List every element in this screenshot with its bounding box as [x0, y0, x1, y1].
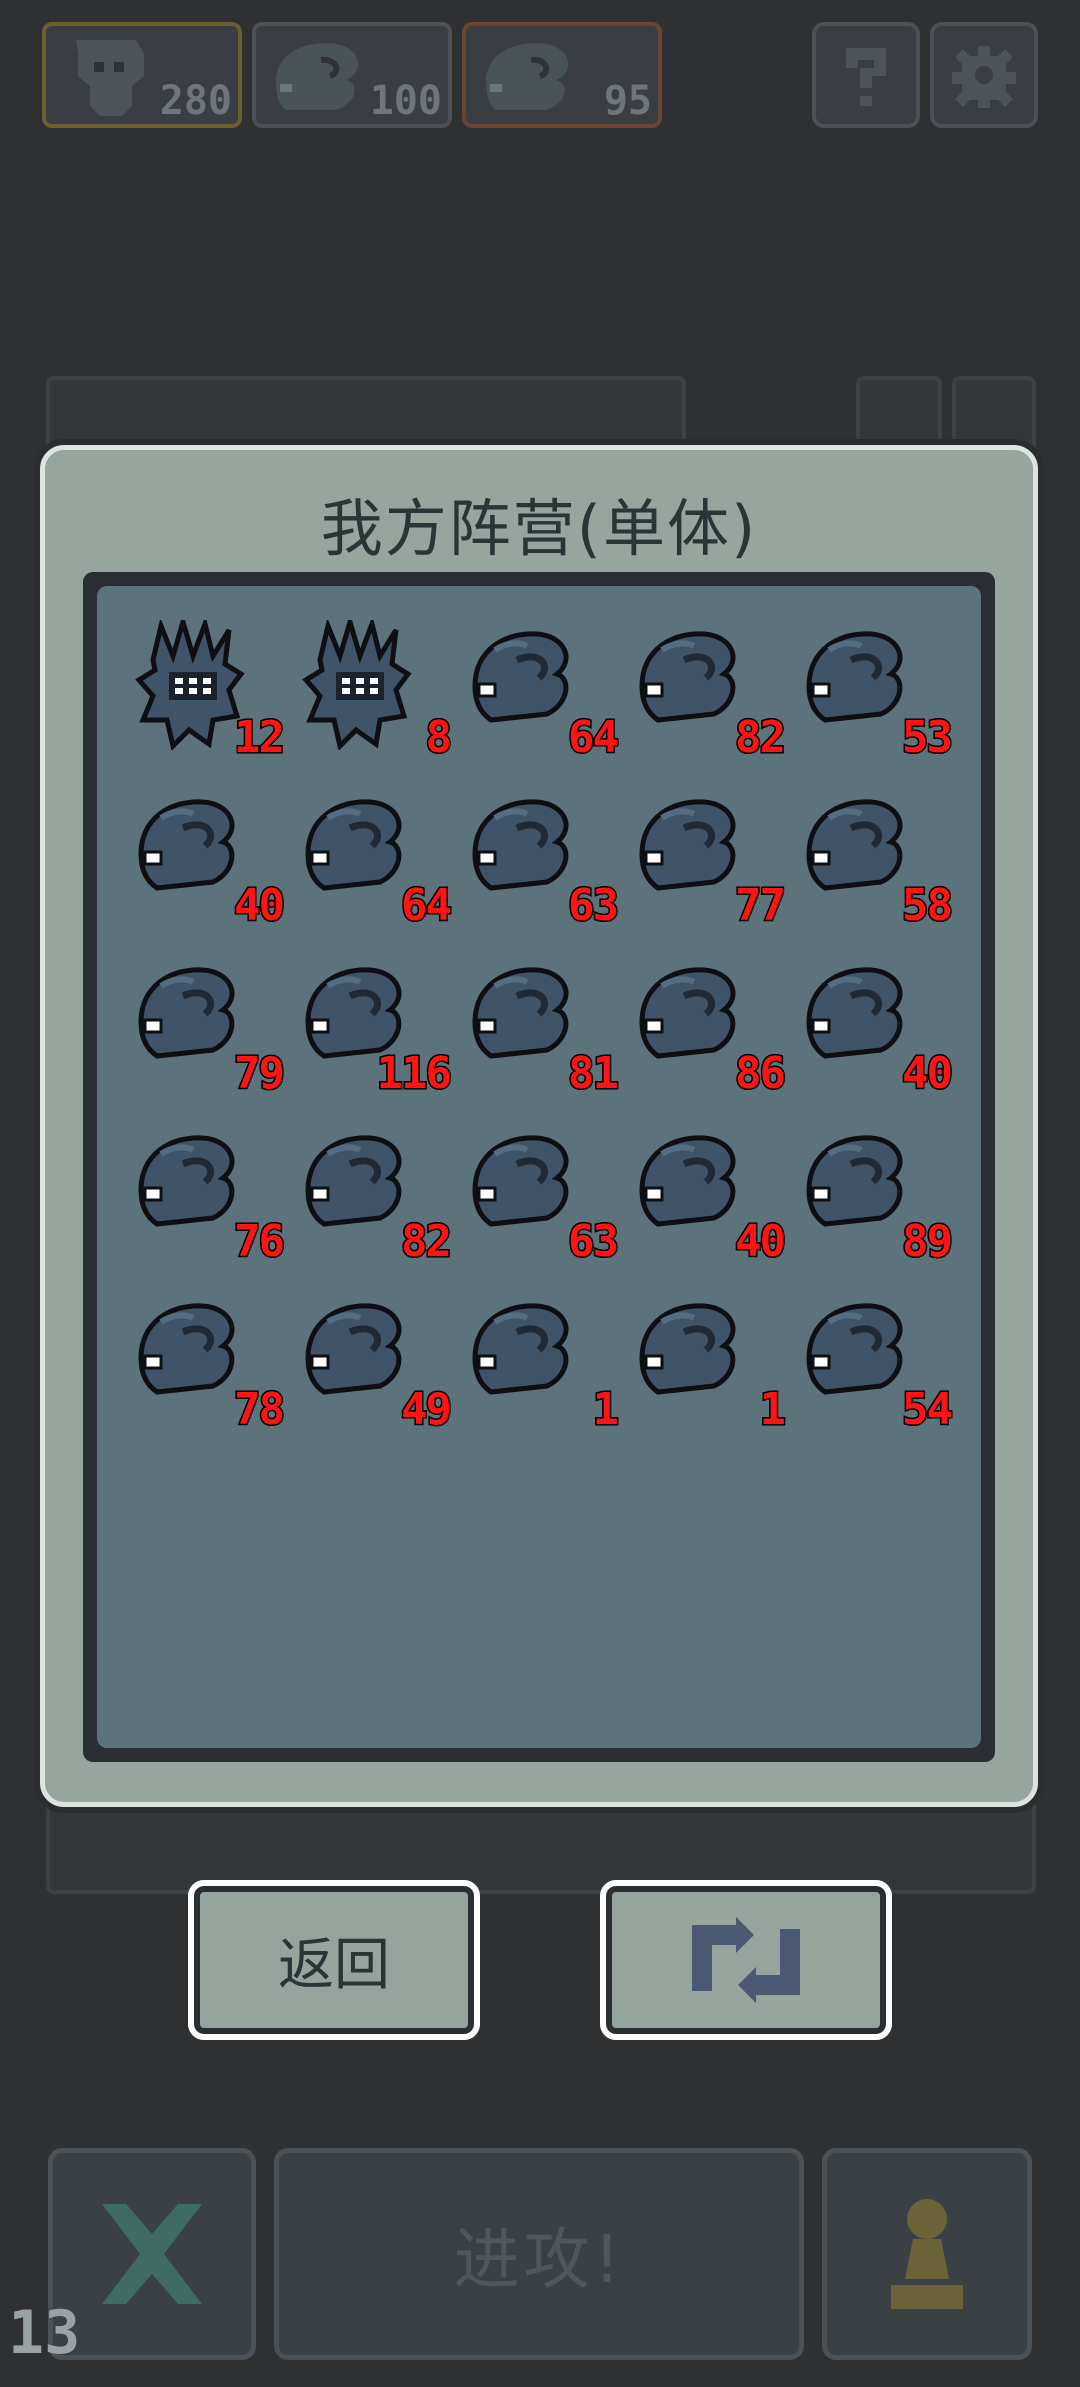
- background-panel: [46, 376, 686, 456]
- attack-button[interactable]: 进攻!: [274, 2148, 804, 2360]
- unit-count: 58: [901, 880, 955, 931]
- army-dialog: 我方阵营(单体) 12 8 64 82 53 40 64 63 77 58 79 116 81 86 40 7…: [40, 445, 1038, 1807]
- unit-slot[interactable]: 49: [300, 1292, 454, 1435]
- unit-count: 53: [901, 712, 955, 763]
- question-mark-icon: [846, 48, 886, 106]
- unit-slot[interactable]: 12: [133, 620, 287, 763]
- unit-count: 82: [400, 1216, 454, 1267]
- dialog-title: 我方阵营(单体): [320, 492, 758, 565]
- unit-grid: 12 8 64 82 53 40 64 63 77 58 79 116 81 86 40 76 82 63 40 89…: [97, 586, 981, 1748]
- unit-slot[interactable]: 40: [801, 956, 955, 1099]
- unit-slot[interactable]: 86: [634, 956, 788, 1099]
- resource-count: 100: [369, 78, 442, 124]
- help-button[interactable]: [812, 22, 920, 128]
- unit-count: 54: [901, 1384, 955, 1435]
- unit-count: 63: [567, 880, 621, 931]
- unit-slot[interactable]: 53: [801, 620, 955, 763]
- pawn-icon: [891, 2199, 963, 2309]
- pawn-button[interactable]: [822, 2148, 1032, 2360]
- fish-unit-icon: [276, 43, 359, 111]
- unit-slot[interactable]: 64: [300, 788, 454, 931]
- unit-count: 40: [233, 880, 287, 931]
- unit-count: 79: [233, 1048, 287, 1099]
- unit-slot[interactable]: 1: [634, 1292, 787, 1435]
- unit-slot[interactable]: 76: [133, 1124, 287, 1267]
- back-button[interactable]: 返回: [188, 1880, 480, 2040]
- unit-slot[interactable]: 40: [133, 788, 287, 931]
- unit-count: 63: [567, 1216, 621, 1267]
- unit-count: 40: [734, 1216, 788, 1267]
- skull-shield-icon: [76, 40, 144, 116]
- resource-slot-skull: 280: [42, 22, 242, 128]
- unit-slot[interactable]: 79: [133, 956, 287, 1099]
- unit-slot[interactable]: 78: [133, 1292, 287, 1435]
- resource-count: 95: [603, 78, 652, 124]
- resource-slot-fish-1: 100: [252, 22, 452, 128]
- fish-unit-icon: [639, 1303, 736, 1395]
- spiky-creature-icon: [302, 620, 412, 750]
- swap-button[interactable]: [600, 1880, 892, 2040]
- unit-count: 1: [758, 1384, 787, 1435]
- unit-slot[interactable]: 81: [467, 956, 621, 1099]
- resource-count: 280: [159, 78, 232, 124]
- unit-slot[interactable]: 40: [634, 1124, 788, 1267]
- unit-count: 64: [400, 880, 454, 931]
- unit-grid-frame: 12 8 64 82 53 40 64 63 77 58 79 116 81 86 40 76 82 63 40 89…: [83, 572, 995, 1762]
- unit-slot[interactable]: 89: [801, 1124, 955, 1267]
- unit-slot[interactable]: 82: [300, 1124, 454, 1267]
- unit-slot[interactable]: 63: [467, 788, 621, 931]
- settings-button[interactable]: [930, 22, 1038, 128]
- unit-count: 89: [901, 1216, 955, 1267]
- unit-count: 76: [233, 1216, 287, 1267]
- unit-slot[interactable]: 63: [467, 1124, 621, 1267]
- close-x-icon: [102, 2204, 202, 2304]
- unit-count: 81: [567, 1048, 621, 1099]
- unit-count: 116: [375, 1048, 454, 1099]
- unit-slot[interactable]: 82: [634, 620, 788, 763]
- unit-count: 49: [400, 1384, 454, 1435]
- unit-slot[interactable]: 58: [801, 788, 955, 931]
- unit-count: 78: [233, 1384, 287, 1435]
- unit-count: 40: [901, 1048, 955, 1099]
- unit-slot[interactable]: 116: [300, 956, 454, 1099]
- gear-icon: [952, 46, 1016, 108]
- attack-button-label: 进攻!: [453, 2221, 625, 2298]
- unit-count: 64: [567, 712, 621, 763]
- unit-count: 12: [233, 712, 287, 763]
- unit-slot[interactable]: 54: [801, 1292, 955, 1435]
- fish-unit-icon: [472, 1303, 569, 1395]
- background-side-button: [856, 376, 942, 456]
- swap-arrows-icon: [692, 1917, 800, 2003]
- turn-counter: 13: [8, 2298, 81, 2368]
- unit-slot[interactable]: 8: [300, 620, 453, 763]
- resource-slot-fish-2: 95: [462, 22, 662, 128]
- unit-slot[interactable]: 64: [467, 620, 621, 763]
- fish-unit-icon: [486, 43, 569, 111]
- unit-slot[interactable]: 1: [467, 1292, 620, 1435]
- unit-count: 1: [591, 1384, 620, 1435]
- background-side-button: [952, 376, 1036, 456]
- unit-count: 82: [734, 712, 788, 763]
- back-button-label: 返回: [278, 1932, 390, 1998]
- unit-count: 77: [734, 880, 788, 931]
- unit-count: 8: [424, 712, 453, 763]
- unit-slot[interactable]: 77: [634, 788, 788, 931]
- unit-count: 86: [734, 1048, 788, 1099]
